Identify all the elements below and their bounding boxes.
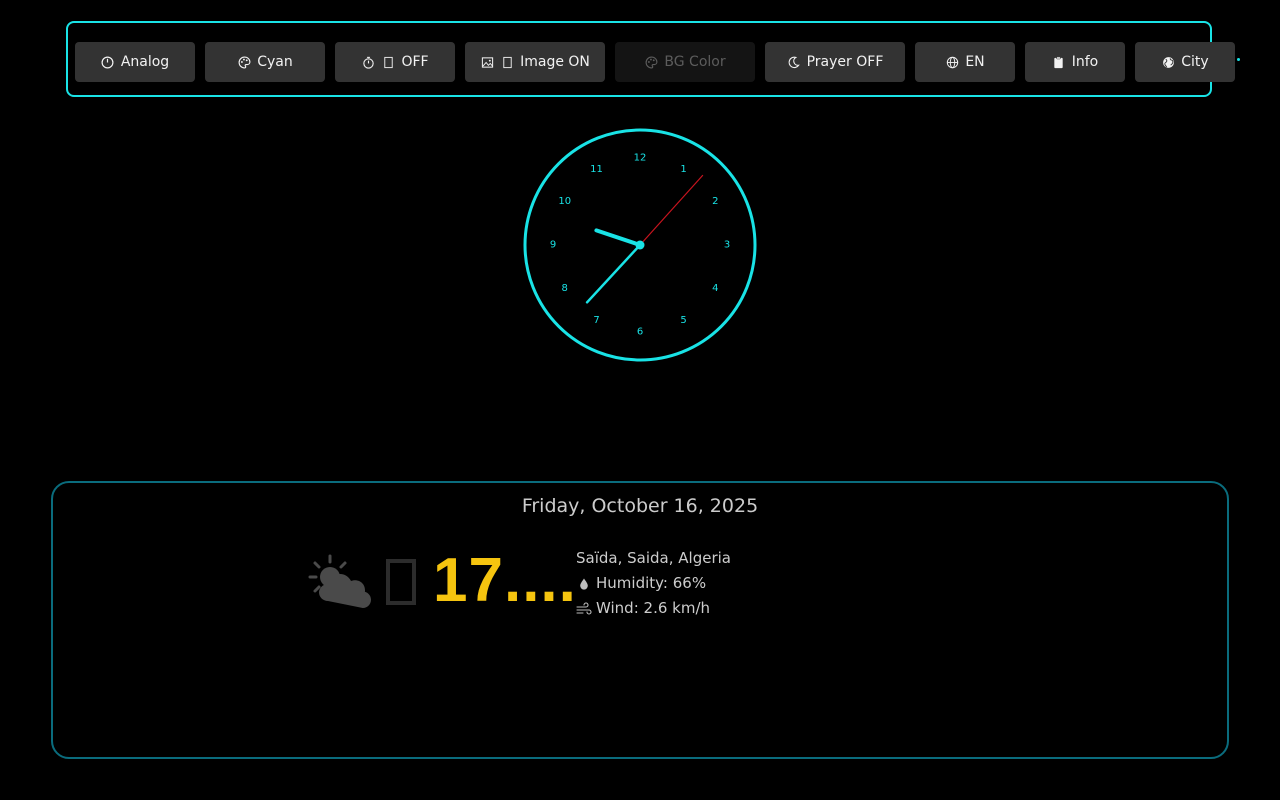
theme-color-label: Cyan	[257, 54, 293, 70]
city-button[interactable]: City	[1135, 42, 1235, 82]
location-text: Saïda, Saida, Algeria	[576, 549, 731, 567]
location-row: Saïda, Saida, Algeria	[576, 546, 731, 571]
image-toggle-label: Image ON	[520, 54, 590, 70]
clock-icon	[101, 55, 115, 69]
missing-glyph-icon	[381, 55, 395, 69]
temperature-value: 17....	[433, 546, 573, 615]
clock-number-9: 9	[550, 240, 556, 251]
clock-number-3: 3	[724, 240, 730, 251]
clock-center-pin	[635, 240, 645, 250]
clock-number-5: 5	[680, 315, 686, 326]
palette-icon	[644, 55, 658, 69]
humidity-row: Humidity: 66%	[576, 571, 731, 596]
second-hand	[639, 174, 704, 246]
city-label: City	[1181, 54, 1209, 70]
moon-icon	[787, 55, 801, 69]
prayer-toggle-label: Prayer OFF	[806, 54, 884, 70]
bg-color-label: BG Color	[664, 54, 726, 70]
earth-icon	[1161, 55, 1175, 69]
language-label: EN	[965, 54, 985, 70]
language-button[interactable]: EN	[915, 42, 1015, 82]
image-toggle-button[interactable]: Image ON	[465, 42, 605, 82]
clock-number-6: 6	[637, 327, 643, 338]
clock-mode-label: Analog	[120, 54, 170, 70]
timer-toggle-button[interactable]: OFF	[335, 42, 455, 82]
clock-face: 121234567891011	[523, 128, 757, 362]
globe-icon	[945, 55, 959, 69]
control-toolbar: Analog Cyan OFF Image ON BG Color Prayer…	[66, 21, 1240, 97]
wind-text: Wind: 2.6 km/h	[596, 599, 711, 617]
clock-number-11: 11	[590, 164, 603, 175]
humidity-text: Humidity: 66%	[596, 574, 707, 592]
clock-number-1: 1	[680, 164, 686, 175]
weather-panel: Friday, October 16, 2025 17.... Saïda, S…	[51, 481, 1229, 759]
clock-number-4: 4	[712, 283, 718, 294]
current-date: Friday, October 16, 2025	[521, 495, 759, 517]
timer-icon	[361, 55, 375, 69]
toolbar-indicator-dot	[1237, 58, 1240, 61]
droplet-icon	[576, 576, 592, 592]
analog-clock: 12 1 2 3 4 5 6 7 8 9 10 11	[522, 127, 758, 363]
palette-icon	[237, 55, 251, 69]
clock-number-7: 7	[593, 315, 599, 326]
weather-details: Saïda, Saida, Algeria Humidity: 66% Wind…	[576, 546, 731, 621]
timer-toggle-label: OFF	[401, 54, 429, 70]
clock-number-2: 2	[712, 196, 718, 207]
clock-mode-button[interactable]: Analog	[75, 42, 195, 82]
wind-icon	[576, 601, 592, 617]
missing-glyph-icon	[500, 55, 514, 69]
bg-color-button[interactable]: BG Color	[615, 42, 755, 82]
info-button[interactable]: Info	[1025, 42, 1125, 82]
hour-hand	[594, 228, 642, 247]
image-icon	[480, 55, 494, 69]
wind-row: Wind: 2.6 km/h	[576, 596, 731, 621]
clock-number-8: 8	[562, 283, 568, 294]
theme-color-button[interactable]: Cyan	[205, 42, 325, 82]
clock-number-10: 10	[558, 196, 571, 207]
minute-hand	[585, 243, 642, 304]
clock-number-12: 12	[634, 153, 647, 164]
partly-cloudy-icon	[308, 553, 384, 609]
clipboard-icon	[1052, 55, 1066, 69]
missing-glyph-icon	[386, 559, 416, 605]
prayer-toggle-button[interactable]: Prayer OFF	[765, 42, 905, 82]
info-label: Info	[1071, 54, 1099, 70]
